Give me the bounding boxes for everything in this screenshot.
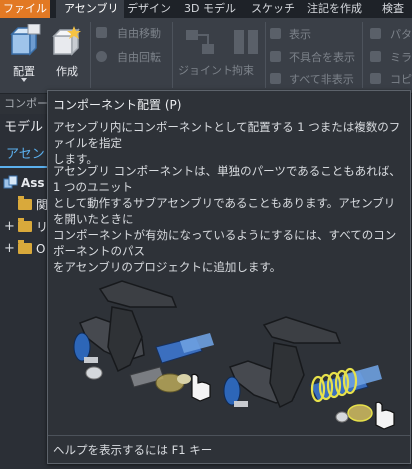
folder-icon: [18, 218, 32, 232]
place-component-icon: [10, 24, 41, 56]
tab-assemble[interactable]: アセンブリ: [56, 0, 124, 18]
create-button[interactable]: 作成: [46, 20, 88, 82]
chevron-down-icon[interactable]: [21, 78, 27, 82]
panel-header: コンポーネ: [0, 94, 52, 114]
show-sick-button[interactable]: 不具合を表示: [289, 49, 355, 65]
divider: [48, 435, 410, 436]
tooltip-description: アセンブリ内にコンポーネントとして配置する 1 つまたは複数のファイルを指定 し…: [53, 119, 403, 167]
divider: [172, 22, 173, 88]
show-sick-icon: [270, 51, 281, 62]
place-button[interactable]: 配置: [4, 20, 44, 82]
place-label: 配置: [13, 65, 35, 78]
pattern-icon: [370, 28, 381, 39]
mirror-button[interactable]: ミラ: [390, 49, 412, 65]
suspension-assembly-illustration: [73, 280, 395, 430]
expand-icon[interactable]: +: [4, 238, 15, 260]
hand-cursor-icon: [375, 401, 395, 430]
show-button[interactable]: 表示: [289, 26, 311, 42]
hide-all-button[interactable]: すべて非表示: [289, 71, 354, 87]
folder-icon: [18, 196, 32, 210]
mirror-icon: [370, 51, 381, 62]
free-move-button[interactable]: 自由移動: [117, 25, 161, 41]
copy-icon: [370, 73, 381, 84]
expand-icon[interactable]: +: [4, 216, 15, 238]
show-icon: [270, 28, 281, 39]
tooltip-title: コンポーネント配置 (P): [53, 98, 182, 112]
joint-icon: [186, 30, 214, 54]
hand-cursor-icon: [191, 373, 211, 402]
divider: [362, 22, 363, 88]
constrain-icon: [234, 30, 258, 54]
tooltip-detail: アセンブリ コンポーネントは、単独のパーツであることもあれば、1 つのユニット …: [53, 163, 403, 275]
assembly-icon: [3, 175, 18, 189]
create-component-icon: [52, 26, 81, 56]
tree-item[interactable]: + リ: [0, 216, 48, 238]
divider: [265, 22, 266, 88]
tooltip-line: アセンブリ内にコンポーネントとして配置する 1 つまたは複数のファイルを指定: [53, 120, 401, 150]
tab-file[interactable]: ファイル: [0, 0, 50, 18]
divider: [90, 22, 91, 88]
rotate-icon: [96, 51, 107, 62]
pattern-button[interactable]: パタ: [390, 26, 412, 42]
model-browser-title[interactable]: モデル: [0, 116, 52, 140]
copy-button[interactable]: コピ: [390, 71, 412, 87]
tree-root-assembly[interactable]: Ass: [0, 172, 48, 194]
menu-bar: ファイル アセンブリ デザイン 3D モデル スケッチ 注記を作成 検査: [0, 0, 412, 18]
tree-item[interactable]: 関: [0, 194, 48, 216]
tree-item-label: O: [36, 242, 46, 256]
tab-inspect[interactable]: 検査: [382, 0, 404, 18]
folder-icon: [18, 240, 32, 254]
tooltip-line: コンポーネントが有効になっているようにするには、すべてのコンポーネントのパス: [53, 228, 397, 258]
tree-root-label: Ass: [21, 176, 45, 190]
create-label: 作成: [56, 65, 78, 78]
joint-button[interactable]: ジョイント: [178, 62, 233, 78]
hide-all-icon: [270, 73, 281, 84]
tooltip-line: アセンブリ コンポーネントは、単独のパーツであることもあれば、1 つのユニット: [53, 164, 401, 194]
tooltip-help-hint: ヘルプを表示するには F1 キー: [53, 443, 213, 457]
tab-design[interactable]: デザイン: [127, 0, 171, 18]
free-rotate-button[interactable]: 自由回転: [117, 49, 161, 65]
tab-3d-model[interactable]: 3D モデル: [184, 0, 236, 18]
tab-annotate[interactable]: 注記を作成: [307, 0, 362, 18]
tab-assembly[interactable]: アセン: [0, 144, 54, 168]
tab-sketch[interactable]: スケッチ: [251, 0, 295, 18]
tooltip: コンポーネント配置 (P) アセンブリ内にコンポーネントとして配置する 1 つま…: [47, 90, 411, 464]
right-assembly: [223, 316, 382, 423]
tooltip-line: として動作するサブアセンブリであることもあります。アセンブリを開いたときに: [53, 196, 396, 226]
constrain-button[interactable]: 拘束: [232, 62, 254, 78]
move-icon: [96, 27, 107, 38]
ribbon: 配置 作成 自由移動 自由回転 ジョイント 拘束 表示 不具合を表示 すべて非表…: [0, 18, 412, 94]
tree-item[interactable]: + O: [0, 238, 48, 260]
